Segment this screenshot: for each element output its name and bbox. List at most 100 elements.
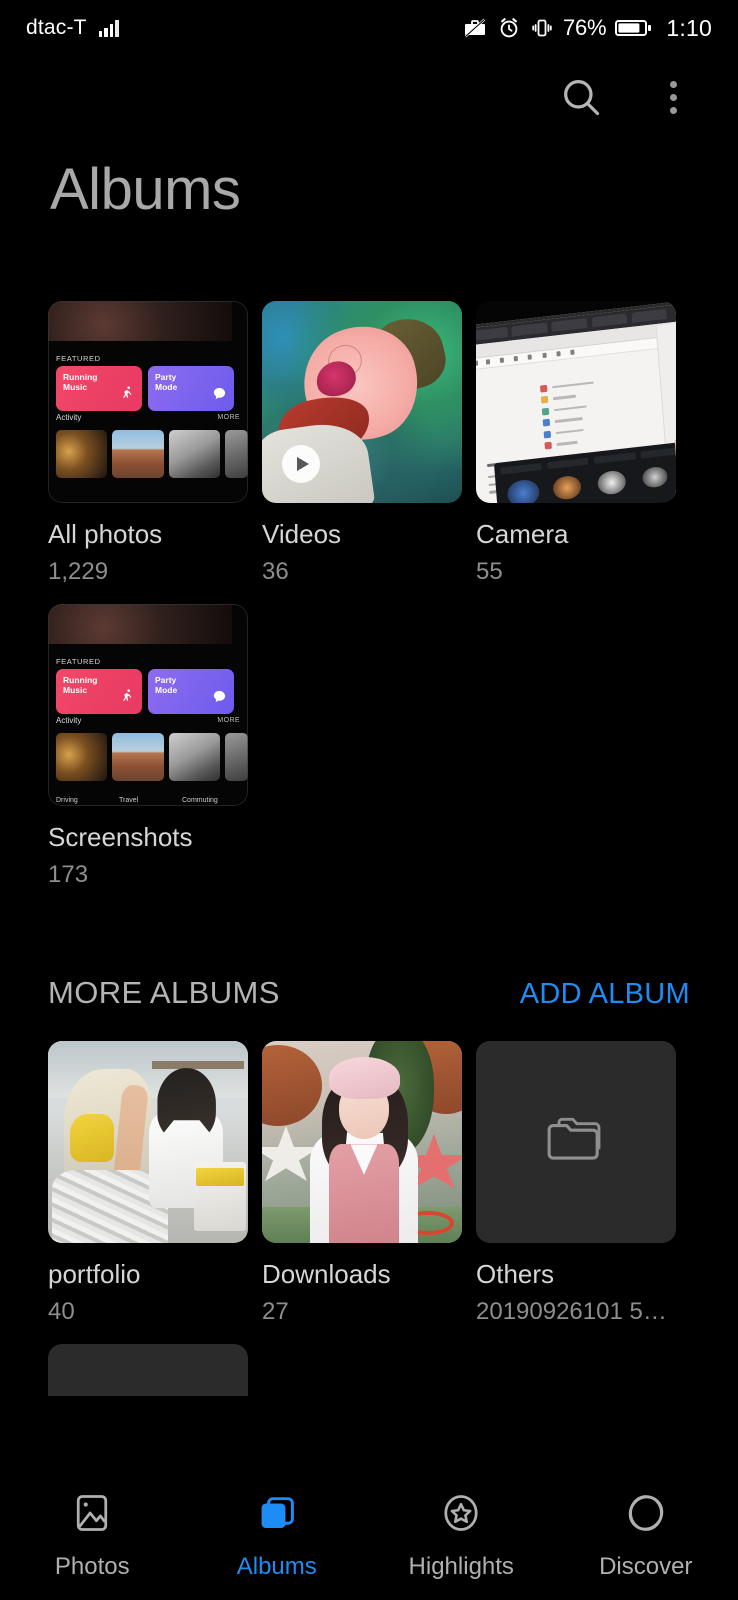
- background-sphere: [262, 1045, 322, 1126]
- running-music-card: Running Music: [56, 366, 142, 411]
- laptop-screen-photo: [476, 301, 676, 503]
- activity-tile: [56, 733, 107, 781]
- status-bar-left: dtac-T: [26, 16, 119, 40]
- recycled-dress-photo: [48, 1041, 248, 1243]
- album-all-photos[interactable]: FEATURED Running Music Party: [48, 301, 248, 586]
- album-thumbnail-partial[interactable]: [48, 1344, 248, 1396]
- more-vertical-icon[interactable]: [646, 70, 700, 124]
- battery-icon: [615, 18, 653, 38]
- activity-row: Activity MORE: [56, 716, 240, 725]
- activity-caption: Travel: [119, 797, 177, 804]
- album-videos[interactable]: Videos 36: [262, 301, 462, 586]
- album-camera[interactable]: Camera 55: [476, 301, 676, 586]
- album-thumbnail[interactable]: [476, 1041, 676, 1243]
- briefcase-off-icon: [462, 16, 488, 40]
- background-shelf: [152, 1061, 244, 1069]
- activity-tiles: [56, 430, 248, 478]
- album-count: 40: [48, 1298, 248, 1326]
- activity-tile: [225, 733, 248, 781]
- clock-label: 1:10: [666, 15, 712, 42]
- carrier-label: dtac-T: [26, 16, 87, 40]
- featured-label: FEATURED: [56, 354, 101, 363]
- more-album-grid: portfolio 40 D: [0, 1041, 738, 1326]
- folder-icon: [545, 1114, 607, 1171]
- overflow-dots: [670, 81, 677, 114]
- star-circle-icon: [439, 1491, 483, 1540]
- album-name: All photos: [48, 519, 248, 550]
- photo-image-icon: [70, 1491, 114, 1540]
- play-icon[interactable]: [282, 445, 320, 483]
- album-thumbnail[interactable]: FEATURED Running Music Party: [48, 301, 248, 503]
- album-thumbnail[interactable]: [262, 1041, 462, 1243]
- album-count: 1,229: [48, 558, 248, 586]
- activity-tile: [169, 430, 220, 478]
- album-name: Screenshots: [48, 822, 248, 853]
- activity-caption: Commuting: [182, 797, 240, 804]
- album-count: 20190926101 50…: [476, 1298, 676, 1326]
- chat-bubble-icon: [212, 689, 227, 709]
- bottom-navigation-bar: Photos Albums Highlights Discover: [0, 1472, 738, 1600]
- embedded-dark-panel: [494, 443, 676, 503]
- activity-row: Activity MORE: [56, 413, 240, 422]
- activity-tile: [169, 733, 220, 781]
- featured-cards: Running Music Party Mode: [56, 366, 234, 411]
- activity-label: Activity: [56, 413, 81, 422]
- running-music-line1: Running: [63, 675, 135, 685]
- add-album-button[interactable]: ADD ALBUM: [520, 978, 690, 1011]
- activity-label: Activity: [56, 716, 81, 725]
- chat-bubble-icon: [212, 386, 227, 406]
- main-album-grid: FEATURED Running Music Party: [0, 301, 738, 889]
- nav-item-highlights[interactable]: Highlights: [369, 1491, 554, 1581]
- album-thumbnail[interactable]: [48, 1041, 248, 1243]
- album-name: Downloads: [262, 1259, 462, 1290]
- album-name: portfolio: [48, 1259, 248, 1290]
- nav-label: Albums: [237, 1553, 317, 1581]
- alarm-clock-icon: [497, 16, 521, 40]
- nav-label: Discover: [599, 1553, 692, 1581]
- nav-item-photos[interactable]: Photos: [0, 1491, 185, 1581]
- running-person-icon: [119, 385, 135, 406]
- activity-tile: [112, 430, 163, 478]
- partial-next-row: [0, 1344, 738, 1396]
- album-others[interactable]: Others 20190926101 50…: [476, 1041, 676, 1326]
- pink-beret: [329, 1057, 400, 1099]
- album-name: Others: [476, 1259, 676, 1290]
- activity-tile: [225, 430, 248, 478]
- party-mode-line1: Party: [155, 372, 227, 382]
- nav-label: Photos: [55, 1553, 130, 1581]
- album-thumbnail[interactable]: [476, 301, 676, 503]
- album-thumbnail[interactable]: [262, 301, 462, 503]
- folder-placeholder: [476, 1041, 676, 1243]
- discover-globe-icon: [624, 1491, 668, 1540]
- search-icon[interactable]: [554, 70, 608, 124]
- signal-bars-icon: [99, 19, 119, 37]
- running-music-line1: Running: [63, 372, 135, 382]
- album-screenshots[interactable]: FEATURED Running Music Party: [48, 604, 248, 889]
- featured-cards: Running Music Party Mode: [56, 669, 234, 714]
- activity-tiles: [56, 733, 248, 781]
- status-bar-right: 76% 1:10: [462, 15, 712, 42]
- status-bar: dtac-T 76%: [0, 0, 738, 56]
- album-thumbnail[interactable]: FEATURED Running Music Party: [48, 604, 248, 806]
- nav-item-discover[interactable]: Discover: [554, 1491, 738, 1581]
- running-person-icon: [119, 688, 135, 709]
- battery-percent-label: 76%: [563, 15, 606, 41]
- vibrate-icon: [530, 16, 554, 40]
- more-albums-title: MORE ALBUMS: [48, 975, 280, 1011]
- music-app-screenshot: FEATURED Running Music Party: [48, 301, 248, 503]
- screenshot-hero-image: [48, 301, 232, 341]
- activity-tile: [56, 430, 107, 478]
- albums-stack-icon: [255, 1491, 299, 1540]
- running-music-card: Running Music: [56, 669, 142, 714]
- yellow-stool: [196, 1168, 244, 1186]
- person-subject: [316, 1057, 412, 1243]
- album-downloads[interactable]: Downloads 27: [262, 1041, 462, 1326]
- nav-item-albums[interactable]: Albums: [185, 1491, 370, 1581]
- activity-captions: Driving Travel Commuting: [56, 797, 248, 804]
- album-count: 27: [262, 1298, 462, 1326]
- album-portfolio[interactable]: portfolio 40: [48, 1041, 248, 1326]
- party-mode-line1: Party: [155, 675, 227, 685]
- featured-label: FEATURED: [56, 657, 101, 666]
- more-link: MORE: [217, 717, 240, 724]
- laptop-screen: [476, 301, 676, 503]
